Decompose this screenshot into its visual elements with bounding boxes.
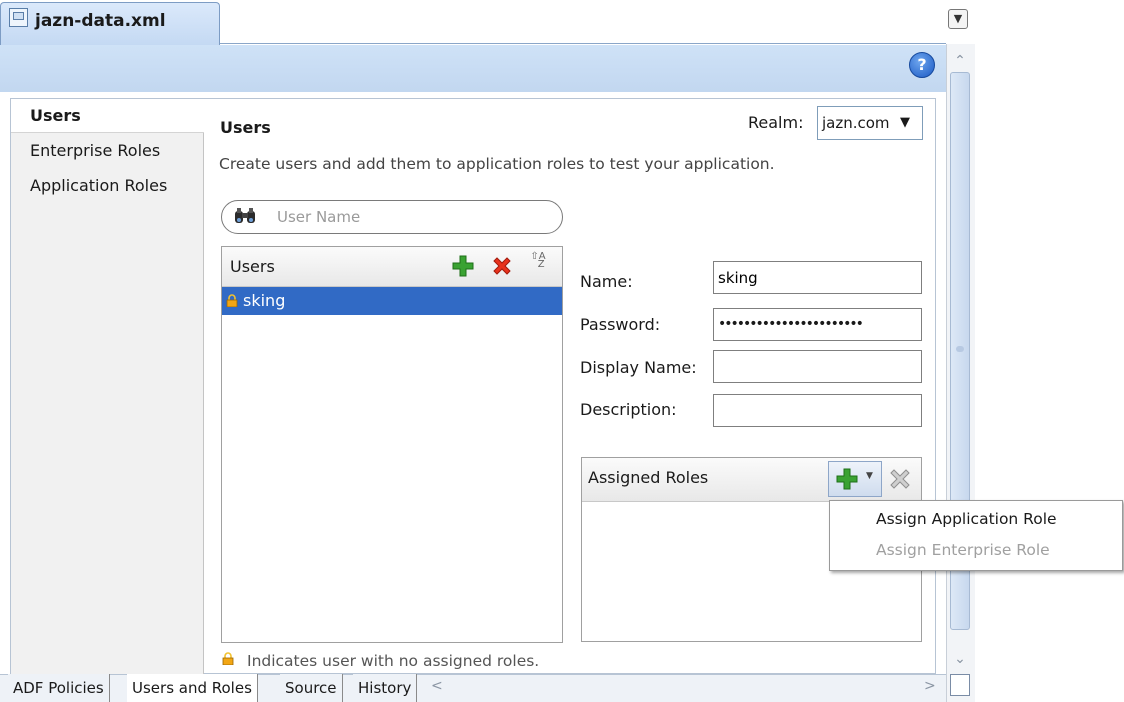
password-field[interactable]: ••••••••••••••••••••••• (713, 308, 922, 341)
sort-icon[interactable]: ⇧A Z (528, 252, 548, 277)
description-field[interactable] (713, 394, 922, 427)
help-icon[interactable]: ? (909, 52, 935, 78)
sidebar-item-label: Application Roles (30, 176, 168, 195)
sidebar-item-enterprise-roles[interactable]: Enterprise Roles (11, 134, 204, 168)
lock-icon (226, 294, 238, 307)
tab-users-and-roles[interactable]: Users and Roles (127, 674, 258, 702)
chevron-down-icon: ▼ (866, 471, 873, 481)
tab-source[interactable]: Source (280, 674, 343, 702)
user-name: sking (243, 291, 286, 310)
password-label: Password: (580, 315, 661, 334)
add-icon[interactable] (451, 254, 475, 278)
users-list-title: Users (230, 257, 275, 276)
sidebar-item-application-roles[interactable]: Application Roles (11, 169, 204, 203)
tab-adf-policies[interactable]: ADF Policies (8, 674, 110, 702)
scroll-up-icon[interactable]: ⌃ (950, 52, 970, 70)
legend-text: Indicates user with no assigned roles. (247, 652, 540, 670)
delete-icon (890, 469, 910, 489)
scroll-down-icon[interactable]: ⌄ (950, 650, 970, 668)
scroll-left-icon[interactable]: < (431, 678, 443, 694)
page-description: Create users and add them to application… (219, 155, 775, 173)
realm-label: Realm: (748, 113, 804, 132)
name-field[interactable] (713, 261, 922, 294)
sidebar-item-label: Users (30, 106, 81, 125)
scroll-grip-icon (956, 346, 964, 352)
assigned-roles-title: Assigned Roles (588, 468, 709, 487)
scroll-corner (950, 674, 970, 696)
delete-icon[interactable] (491, 255, 513, 277)
sidebar-item-users[interactable]: Users (11, 99, 204, 133)
display-name-label: Display Name: (580, 358, 697, 377)
name-label: Name: (580, 272, 633, 291)
lock-icon (222, 652, 234, 665)
dropdown-arrow-icon[interactable]: ▼ (900, 106, 910, 140)
header-band (0, 45, 946, 92)
menu-item-assign-application-role[interactable]: Assign Application Role (876, 510, 1057, 528)
file-tab-label: jazn-data.xml (35, 11, 166, 31)
tab-history[interactable]: History (353, 674, 418, 702)
tab-menu-icon[interactable]: ▼ (948, 9, 968, 29)
table-row[interactable]: sking (222, 287, 562, 315)
add-icon (836, 468, 858, 490)
description-label: Description: (580, 400, 677, 419)
page-title: Users (220, 118, 271, 137)
xml-file-icon (9, 8, 28, 27)
binoculars-icon (235, 208, 255, 223)
scroll-right-icon[interactable]: > (924, 678, 936, 694)
file-tab[interactable]: jazn-data.xml (0, 2, 220, 45)
sidebar-item-label: Enterprise Roles (30, 141, 161, 160)
search-input[interactable] (277, 203, 547, 231)
menu-item-assign-enterprise-role: Assign Enterprise Role (876, 541, 1050, 559)
realm-value: jazn.com (822, 114, 890, 132)
display-name-field[interactable] (713, 350, 922, 383)
